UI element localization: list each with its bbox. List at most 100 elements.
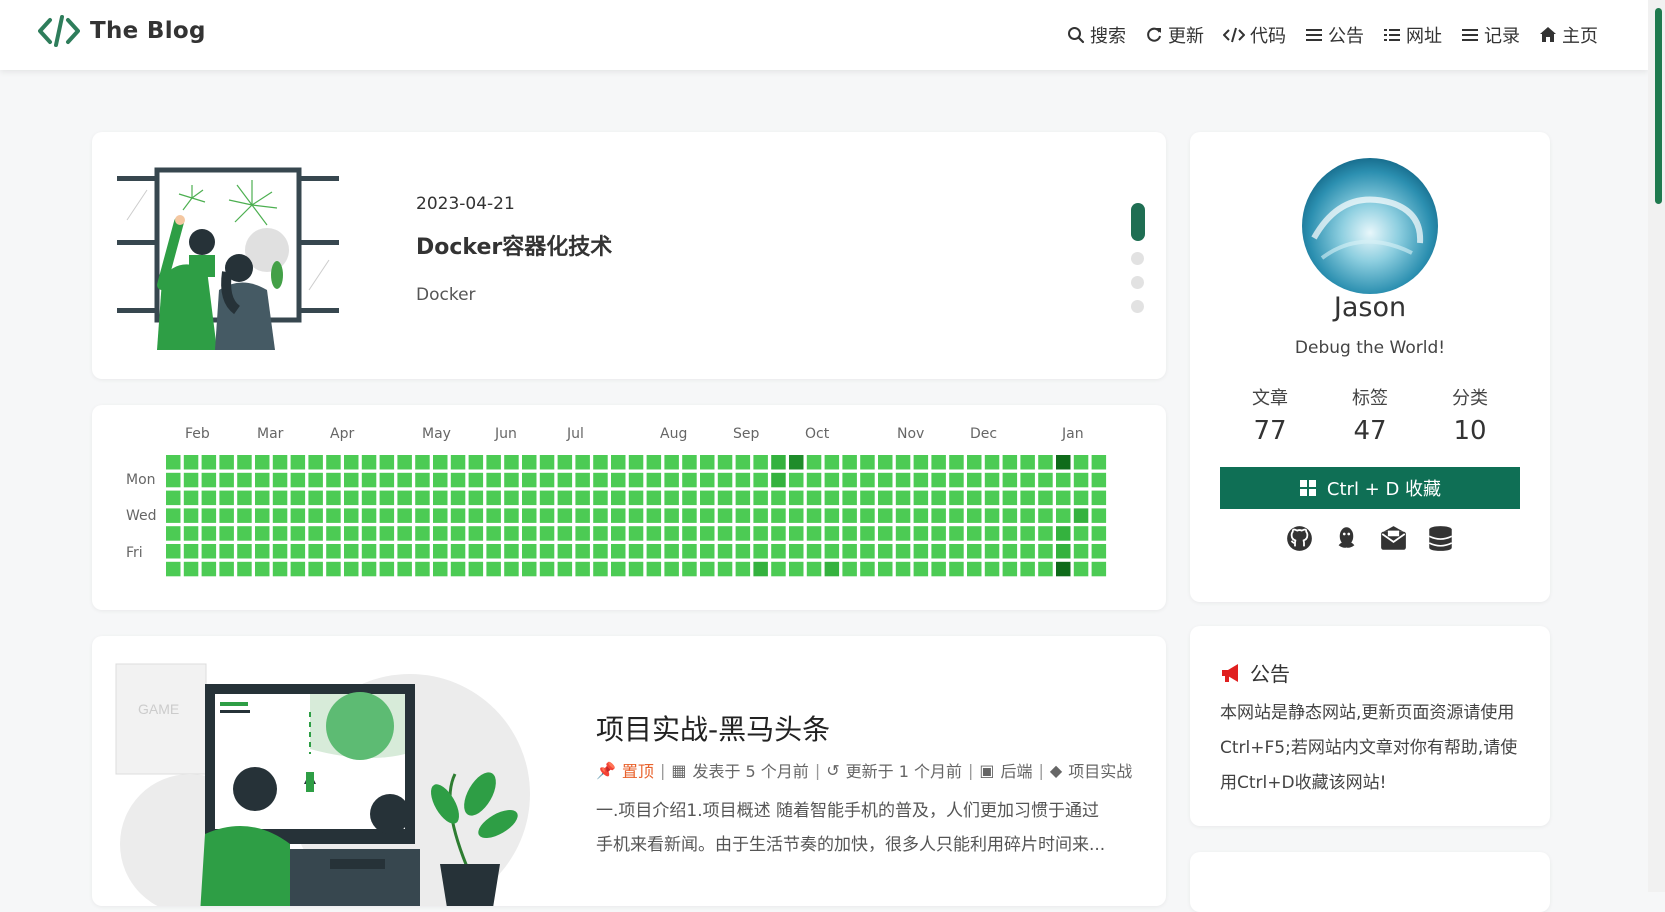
- heatmap-cell[interactable]: [611, 544, 626, 559]
- stat-categories[interactable]: 分类 10: [1425, 384, 1515, 446]
- heatmap-cell[interactable]: [931, 472, 946, 488]
- heatmap-cell[interactable]: [664, 544, 679, 559]
- heatmap-cell[interactable]: [290, 526, 306, 541]
- heatmap-cell[interactable]: [255, 544, 270, 559]
- heatmap-cell[interactable]: [522, 561, 537, 577]
- heatmap-cell[interactable]: [1073, 561, 1089, 577]
- heatmap-cell[interactable]: [593, 508, 608, 523]
- heatmap-cell[interactable]: [397, 490, 412, 506]
- heatmap-cell[interactable]: [504, 508, 519, 523]
- heatmap-cell[interactable]: [1002, 472, 1018, 488]
- heatmap-cell[interactable]: [557, 508, 573, 523]
- heatmap-cell[interactable]: [1038, 472, 1053, 488]
- heatmap-cell[interactable]: [593, 526, 608, 541]
- heatmap-cell[interactable]: [468, 544, 484, 559]
- heatmap-cell[interactable]: [201, 472, 217, 488]
- heatmap-cell[interactable]: [326, 561, 341, 577]
- heatmap-cell[interactable]: [397, 455, 412, 470]
- heatmap-cell[interactable]: [789, 561, 804, 577]
- heatmap-cell[interactable]: [326, 508, 341, 523]
- heatmap-cell[interactable]: [1020, 472, 1035, 488]
- mail-icon[interactable]: [1380, 525, 1407, 552]
- heatmap-cell[interactable]: [201, 544, 217, 559]
- heatmap-cell[interactable]: [700, 508, 715, 523]
- heatmap-cell[interactable]: [379, 544, 395, 559]
- heatmap-cell[interactable]: [735, 526, 751, 541]
- heatmap-cell[interactable]: [255, 472, 270, 488]
- heatmap-cell[interactable]: [522, 490, 537, 506]
- heatmap-cell[interactable]: [593, 561, 608, 577]
- heatmap-cell[interactable]: [593, 472, 608, 488]
- heatmap-cell[interactable]: [842, 561, 857, 577]
- heatmap-cell[interactable]: [593, 455, 608, 470]
- heatmap-cell[interactable]: [628, 490, 644, 506]
- heatmap-cell[interactable]: [433, 508, 448, 523]
- heatmap-cell[interactable]: [183, 455, 199, 470]
- heatmap-cell[interactable]: [771, 508, 786, 523]
- heatmap-cell[interactable]: [486, 526, 501, 541]
- heatmap-cell[interactable]: [219, 455, 234, 470]
- heatmap-cell[interactable]: [397, 472, 412, 488]
- heatmap-cell[interactable]: [415, 561, 430, 577]
- heatmap-cell[interactable]: [415, 508, 430, 523]
- heatmap-cell[interactable]: [824, 561, 840, 577]
- heatmap-cell[interactable]: [806, 455, 822, 470]
- heatmap-cell[interactable]: [931, 544, 946, 559]
- heatmap-cell[interactable]: [717, 526, 733, 541]
- heatmap-cell[interactable]: [806, 561, 822, 577]
- carousel-dot[interactable]: [1131, 276, 1144, 289]
- heatmap-cell[interactable]: [860, 508, 875, 523]
- heatmap-cell[interactable]: [824, 490, 840, 506]
- nav-item-code[interactable]: 代码: [1223, 22, 1286, 48]
- heatmap-cell[interactable]: [344, 455, 359, 470]
- heatmap-cell[interactable]: [557, 526, 573, 541]
- heatmap-cell[interactable]: [255, 455, 270, 470]
- heatmap-cell[interactable]: [1038, 455, 1053, 470]
- heatmap-cell[interactable]: [895, 544, 911, 559]
- nav-item-search[interactable]: 搜索: [1067, 22, 1126, 48]
- heatmap-cell[interactable]: [789, 455, 804, 470]
- heatmap-cell[interactable]: [379, 455, 395, 470]
- heatmap-cell[interactable]: [967, 526, 982, 541]
- heatmap-cell[interactable]: [682, 455, 697, 470]
- stat-articles[interactable]: 文章 77: [1225, 384, 1315, 446]
- heatmap-cell[interactable]: [344, 561, 359, 577]
- heatmap-cell[interactable]: [949, 526, 964, 541]
- heatmap-cell[interactable]: [664, 508, 679, 523]
- heatmap-cell[interactable]: [1056, 544, 1071, 559]
- heatmap-cell[interactable]: [895, 561, 911, 577]
- heatmap-cell[interactable]: [272, 472, 288, 488]
- bookmark-button[interactable]: Ctrl + D 收藏: [1220, 467, 1520, 509]
- heatmap-cell[interactable]: [806, 526, 822, 541]
- heatmap-cell[interactable]: [237, 544, 252, 559]
- heatmap-cell[interactable]: [1038, 544, 1053, 559]
- heatmap-cell[interactable]: [361, 508, 377, 523]
- heatmap-cell[interactable]: [700, 526, 715, 541]
- heatmap-cell[interactable]: [1038, 490, 1053, 506]
- nav-item-records[interactable]: 记录: [1461, 22, 1520, 48]
- heatmap-cell[interactable]: [1056, 508, 1071, 523]
- heatmap-cell[interactable]: [967, 472, 982, 488]
- heatmap-cell[interactable]: [290, 490, 306, 506]
- heatmap-cell[interactable]: [397, 544, 412, 559]
- heatmap-cell[interactable]: [308, 544, 323, 559]
- heatmap-cell[interactable]: [753, 544, 768, 559]
- heatmap-cell[interactable]: [344, 526, 359, 541]
- heatmap-cell[interactable]: [344, 490, 359, 506]
- heatmap-cell[interactable]: [628, 544, 644, 559]
- heatmap-cell[interactable]: [860, 544, 875, 559]
- heatmap-cell[interactable]: [450, 455, 466, 470]
- heatmap-cell[interactable]: [1091, 472, 1107, 488]
- carousel-dot[interactable]: [1131, 300, 1144, 313]
- heatmap-cell[interactable]: [895, 455, 911, 470]
- heatmap-cell[interactable]: [664, 526, 679, 541]
- heatmap-cell[interactable]: [468, 561, 484, 577]
- heatmap-cell[interactable]: [931, 561, 946, 577]
- heatmap-cell[interactable]: [415, 490, 430, 506]
- heatmap-cell[interactable]: [272, 544, 288, 559]
- heatmap-cell[interactable]: [272, 508, 288, 523]
- nav-item-update[interactable]: 更新: [1145, 22, 1204, 48]
- heatmap-cell[interactable]: [646, 526, 662, 541]
- heatmap-cell[interactable]: [1056, 455, 1071, 470]
- heatmap-cell[interactable]: [1002, 490, 1018, 506]
